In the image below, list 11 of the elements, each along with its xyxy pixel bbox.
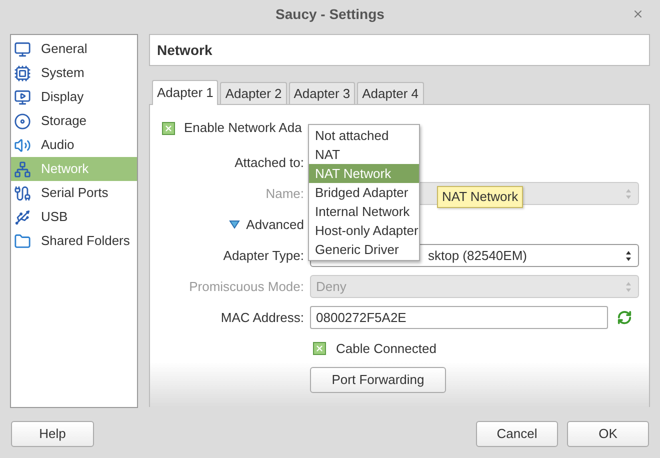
promiscuous-label: Promiscuous Mode: bbox=[188, 278, 304, 296]
mac-label: MAC Address: bbox=[220, 308, 304, 327]
enable-label: Enable Network Ada bbox=[184, 119, 302, 138]
tooltip: NAT Network bbox=[437, 186, 524, 208]
attached-label: Attached to: bbox=[234, 154, 304, 172]
cable-label: Cable Connected bbox=[336, 340, 436, 358]
adapter-type-label: Adapter Type: bbox=[222, 246, 304, 265]
window-title: Saucy - Settings bbox=[276, 4, 384, 24]
page-header: Network bbox=[149, 34, 650, 66]
name-label: Name: bbox=[264, 184, 304, 203]
advanced-label: Advanced bbox=[246, 216, 304, 234]
